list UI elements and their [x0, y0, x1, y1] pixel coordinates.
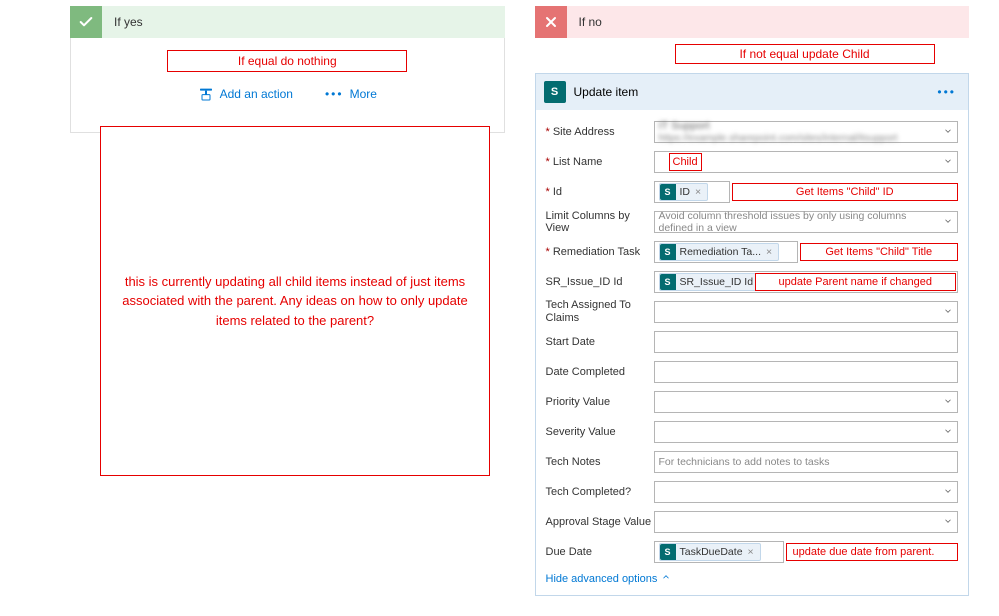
token-remove-icon[interactable]: × — [764, 246, 774, 258]
annotation-due-date: update due date from parent. — [786, 543, 959, 561]
label-due-date: Due Date — [546, 546, 654, 558]
input-tech-notes[interactable]: For technicians to add notes to tasks — [654, 451, 959, 473]
branch-no-label: If no — [579, 15, 602, 29]
label-sr-issue: SR_Issue_ID Id — [546, 276, 654, 288]
branch-yes-label: If yes — [114, 15, 143, 29]
annotation-list-name: Child — [669, 153, 702, 171]
token-remediation[interactable]: S Remediation Ta... × — [659, 243, 780, 261]
chevron-down-icon — [943, 486, 953, 499]
add-action-icon — [198, 86, 214, 102]
input-priority[interactable] — [654, 391, 959, 413]
check-icon — [70, 6, 102, 38]
label-limit-columns: Limit Columns by View — [546, 210, 654, 234]
more-icon: ••• — [325, 87, 344, 101]
input-sr-issue[interactable]: S SR_Issue_ID Id × update Parent name if… — [654, 271, 959, 293]
chevron-down-icon — [943, 396, 953, 409]
input-remediation[interactable]: S Remediation Ta... × — [654, 241, 798, 263]
input-start-date[interactable] — [654, 331, 959, 353]
annotation-id: Get Items "Child" ID — [732, 183, 959, 201]
add-action-label: Add an action — [220, 87, 293, 101]
sharepoint-mini-icon: S — [660, 274, 676, 290]
annotation-question: this is currently updating all child ite… — [100, 126, 490, 476]
input-date-completed[interactable] — [654, 361, 959, 383]
annotation-if-equal: If equal do nothing — [167, 50, 407, 72]
input-approval-stage[interactable] — [654, 511, 959, 533]
label-approval-stage: Approval Stage Value — [546, 516, 654, 528]
token-id[interactable]: S ID × — [659, 183, 709, 201]
chevron-down-icon — [943, 516, 953, 529]
token-due-date[interactable]: S TaskDueDate × — [659, 543, 761, 561]
input-limit-columns[interactable]: Avoid column threshold issues by only us… — [654, 211, 959, 233]
chevron-down-icon — [943, 126, 953, 139]
label-remediation: Remediation Task — [546, 246, 654, 258]
label-priority: Priority Value — [546, 396, 654, 408]
token-remove-icon[interactable]: × — [693, 186, 703, 198]
action-card-update-item: S Update item ••• Site Address IT Suppor… — [535, 73, 970, 596]
annotation-remediation: Get Items "Child" Title — [800, 243, 959, 261]
input-id[interactable]: S ID × — [654, 181, 730, 203]
more-button[interactable]: ••• More — [325, 87, 377, 101]
label-start-date: Start Date — [546, 336, 654, 348]
more-label: More — [350, 87, 377, 101]
label-list-name: List Name — [546, 156, 654, 168]
input-tech-completed[interactable] — [654, 481, 959, 503]
label-id: Id — [546, 186, 654, 198]
chevron-down-icon — [943, 216, 953, 229]
annotation-sr-issue: update Parent name if changed — [755, 273, 957, 291]
chevron-down-icon — [943, 426, 953, 439]
branch-body-yes: If equal do nothing Add an action ••• Mo… — [70, 38, 505, 133]
branch-header-no[interactable]: If no — [535, 6, 970, 38]
input-due-date[interactable]: S TaskDueDate × — [654, 541, 784, 563]
label-date-completed: Date Completed — [546, 366, 654, 378]
label-tech-completed: Tech Completed? — [546, 486, 654, 498]
label-severity: Severity Value — [546, 426, 654, 438]
label-tech-assigned: Tech Assigned To Claims — [546, 299, 654, 325]
add-action-button[interactable]: Add an action — [198, 86, 293, 102]
sharepoint-mini-icon: S — [660, 184, 676, 200]
annotation-if-not-equal: If not equal update Child — [675, 44, 935, 64]
input-tech-assigned[interactable] — [654, 301, 959, 323]
action-title: Update item — [574, 85, 934, 99]
action-header[interactable]: S Update item ••• — [536, 74, 969, 110]
chevron-down-icon — [943, 156, 953, 169]
sharepoint-icon: S — [544, 81, 566, 103]
input-list-name[interactable]: Child — [654, 151, 959, 173]
input-severity[interactable] — [654, 421, 959, 443]
chevron-down-icon — [943, 306, 953, 319]
label-tech-notes: Tech Notes — [546, 456, 654, 468]
hide-advanced-options[interactable]: Hide advanced options — [546, 572, 672, 585]
chevron-up-icon — [661, 572, 671, 585]
label-site-address: Site Address — [546, 126, 654, 138]
close-icon — [535, 6, 567, 38]
branch-header-yes[interactable]: If yes — [70, 6, 505, 38]
input-site-address[interactable]: IT Support https://example.sharepoint.co… — [654, 121, 959, 143]
token-remove-icon[interactable]: × — [746, 546, 756, 558]
sharepoint-mini-icon: S — [660, 544, 676, 560]
sharepoint-mini-icon: S — [660, 244, 676, 260]
action-menu-button[interactable]: ••• — [933, 85, 960, 99]
